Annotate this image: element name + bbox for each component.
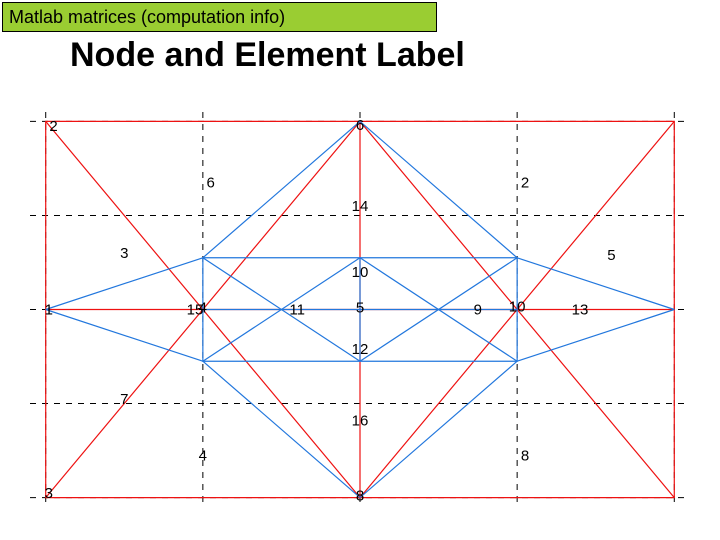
svg-text:3: 3 bbox=[120, 245, 128, 262]
mesh-svg: 2638410562143510115119131271648 bbox=[30, 112, 690, 507]
svg-text:13: 13 bbox=[572, 302, 589, 319]
svg-text:1: 1 bbox=[45, 302, 53, 319]
svg-text:11: 11 bbox=[289, 302, 305, 319]
svg-text:12: 12 bbox=[352, 341, 369, 358]
svg-text:6: 6 bbox=[207, 175, 215, 192]
svg-text:2: 2 bbox=[49, 118, 57, 135]
svg-text:4: 4 bbox=[199, 447, 207, 464]
svg-text:2: 2 bbox=[521, 175, 529, 192]
svg-text:10: 10 bbox=[509, 299, 526, 316]
header-badge: Matlab matrices (computation info) bbox=[2, 2, 437, 32]
svg-text:7: 7 bbox=[120, 391, 128, 408]
svg-text:6: 6 bbox=[356, 117, 364, 134]
header-badge-text: Matlab matrices (computation info) bbox=[9, 7, 285, 28]
svg-text:10: 10 bbox=[352, 264, 369, 281]
svg-text:5: 5 bbox=[356, 300, 364, 317]
svg-text:9: 9 bbox=[474, 302, 482, 319]
svg-text:15: 15 bbox=[187, 302, 204, 319]
svg-text:5: 5 bbox=[607, 247, 615, 264]
svg-text:3: 3 bbox=[45, 485, 53, 502]
svg-text:14: 14 bbox=[352, 198, 369, 215]
svg-text:16: 16 bbox=[352, 412, 369, 429]
svg-text:8: 8 bbox=[521, 447, 529, 464]
page-title: Node and Element Label bbox=[70, 36, 465, 75]
svg-text:8: 8 bbox=[356, 488, 364, 505]
mesh-diagram: 2638410562143510115119131271648 bbox=[30, 112, 690, 507]
